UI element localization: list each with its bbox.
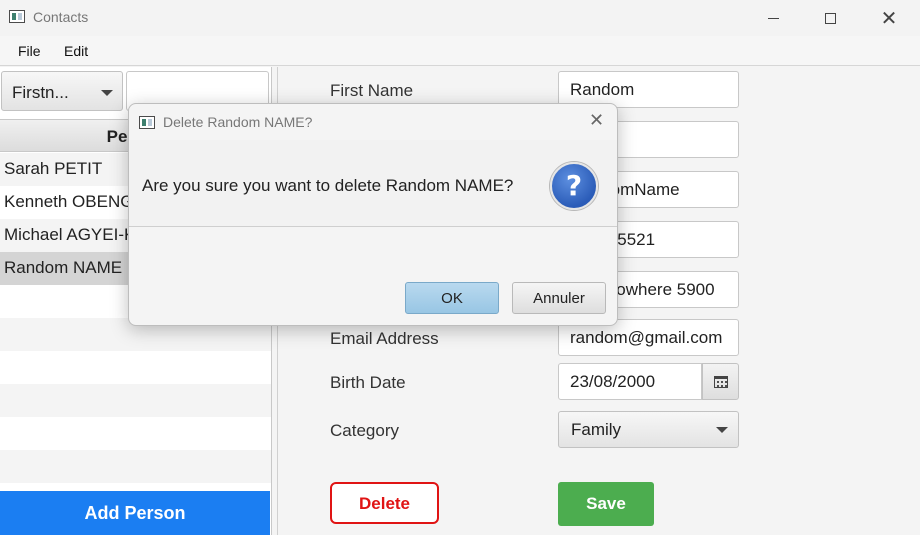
menu-bar: File Edit bbox=[0, 36, 920, 66]
empty-row bbox=[0, 384, 271, 417]
first-name-label: First Name bbox=[330, 81, 414, 100]
maximize-icon bbox=[824, 12, 836, 24]
add-person-button[interactable]: Add Person bbox=[0, 491, 270, 535]
ok-button[interactable]: OK bbox=[405, 282, 499, 314]
app-icon bbox=[9, 10, 25, 23]
close-button[interactable]: ✕ bbox=[866, 0, 912, 36]
email-label: Email Address bbox=[330, 329, 439, 348]
title-bar: Contacts ✕ bbox=[0, 0, 920, 36]
category-label: Category bbox=[330, 421, 399, 440]
category-value: Family bbox=[571, 420, 622, 439]
filter-field-value: Firstn... bbox=[12, 83, 69, 102]
save-button[interactable]: Save bbox=[558, 482, 654, 526]
close-icon: ✕ bbox=[880, 6, 898, 30]
question-icon: ? bbox=[550, 162, 598, 210]
empty-row bbox=[0, 351, 271, 384]
window-title: Contacts bbox=[33, 9, 89, 25]
calendar-icon bbox=[714, 376, 728, 388]
menu-edit[interactable]: Edit bbox=[64, 43, 88, 59]
empty-row bbox=[0, 417, 271, 450]
minimize-icon bbox=[767, 17, 779, 19]
dialog-message: Are you sure you want to delete Random N… bbox=[142, 176, 514, 195]
close-icon[interactable]: ✕ bbox=[589, 110, 604, 131]
date-picker-button[interactable] bbox=[702, 363, 739, 400]
birth-date-field[interactable]: 23/08/2000 bbox=[558, 363, 702, 400]
menu-file[interactable]: File bbox=[18, 43, 41, 59]
delete-confirmation-dialog: Delete Random NAME? ✕ Are you sure you w… bbox=[128, 103, 618, 326]
dialog-title: Delete Random NAME? bbox=[163, 114, 313, 130]
cancel-button[interactable]: Annuler bbox=[512, 282, 606, 314]
category-select[interactable]: Family bbox=[558, 411, 739, 448]
birth-date-label: Birth Date bbox=[330, 373, 406, 392]
chevron-down-icon bbox=[716, 427, 728, 433]
empty-row bbox=[0, 450, 271, 483]
app-icon bbox=[139, 116, 155, 129]
chevron-down-icon bbox=[101, 90, 113, 96]
minimize-button[interactable] bbox=[750, 0, 796, 36]
maximize-button[interactable] bbox=[807, 0, 853, 36]
delete-button[interactable]: Delete bbox=[330, 482, 439, 524]
dialog-title-bar: Delete Random NAME? ✕ bbox=[129, 104, 617, 140]
filter-field-select[interactable]: Firstn... bbox=[1, 71, 123, 111]
dialog-header: Are you sure you want to delete Random N… bbox=[129, 140, 617, 227]
